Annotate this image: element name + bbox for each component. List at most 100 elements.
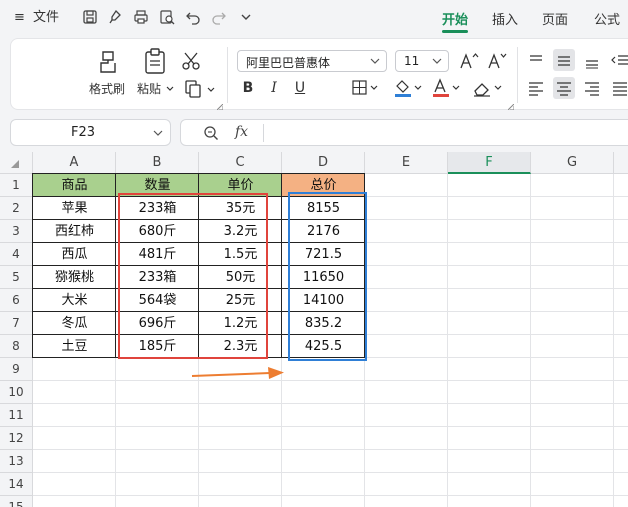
border-icon[interactable] bbox=[351, 79, 381, 97]
column-header-g[interactable]: G bbox=[531, 152, 614, 174]
column-header-b[interactable]: B bbox=[116, 152, 199, 174]
chevron-down-icon bbox=[431, 55, 443, 67]
active-tab-indicator bbox=[442, 30, 468, 33]
row-header-9[interactable]: 9 bbox=[0, 358, 33, 381]
format-painter-quick-icon[interactable] bbox=[107, 9, 123, 25]
menu-bar: ≡ 文件 开始 插入 页面 公式 bbox=[0, 0, 628, 36]
indent-decrease-button[interactable] bbox=[609, 49, 628, 71]
print-icon[interactable] bbox=[133, 9, 149, 25]
gridline bbox=[33, 495, 628, 496]
column-header-f[interactable]: F bbox=[448, 152, 531, 174]
redo-icon[interactable] bbox=[211, 9, 227, 25]
row-header-10[interactable]: 10 bbox=[0, 381, 33, 404]
ribbon-separator bbox=[227, 47, 228, 103]
more-quick-access-chevron-icon[interactable] bbox=[238, 9, 254, 25]
zoom-search-icon[interactable] bbox=[203, 125, 219, 141]
paste-button[interactable]: 粘贴 bbox=[137, 80, 161, 97]
tab-insert[interactable]: 插入 bbox=[492, 9, 518, 28]
row-header-6[interactable]: 6 bbox=[0, 289, 33, 312]
clipboard-launcher-icon[interactable] bbox=[216, 99, 224, 111]
row-header-4[interactable]: 4 bbox=[0, 243, 33, 266]
align-left-button[interactable] bbox=[525, 77, 547, 99]
row-header-15[interactable]: 15 bbox=[0, 496, 33, 507]
align-right-button[interactable] bbox=[581, 77, 603, 99]
cell-product[interactable]: 猕猴桃 bbox=[33, 266, 116, 289]
underline-button[interactable]: U bbox=[291, 79, 309, 97]
column-header-c[interactable]: C bbox=[199, 152, 282, 174]
cell-product[interactable]: 西红柿 bbox=[33, 220, 116, 243]
tab-home[interactable]: 开始 bbox=[442, 9, 468, 28]
row-header-1[interactable]: 1 bbox=[0, 174, 33, 197]
main-menu-icon[interactable]: ≡ bbox=[14, 9, 25, 27]
column-header-overflow[interactable] bbox=[614, 152, 628, 174]
row-header-7[interactable]: 7 bbox=[0, 312, 33, 335]
align-middle-button[interactable] bbox=[553, 49, 575, 71]
row-header-13[interactable]: 13 bbox=[0, 450, 33, 473]
align-top-button[interactable] bbox=[525, 49, 547, 71]
column-header-d[interactable]: D bbox=[282, 152, 365, 174]
gridline bbox=[33, 380, 628, 381]
gridline bbox=[530, 174, 531, 507]
align-bottom-button[interactable] bbox=[581, 49, 603, 71]
insert-function-button[interactable]: fx bbox=[235, 124, 248, 140]
ribbon-separator bbox=[517, 47, 518, 103]
font-family-value: 阿里巴巴普惠体 bbox=[246, 56, 331, 70]
clear-format-icon[interactable] bbox=[471, 77, 505, 99]
print-preview-icon[interactable] bbox=[159, 9, 175, 25]
cell-product[interactable]: 苹果 bbox=[33, 197, 116, 220]
row-header-2[interactable]: 2 bbox=[0, 197, 33, 220]
justify-button[interactable] bbox=[609, 77, 628, 99]
font-launcher-icon[interactable] bbox=[507, 99, 515, 111]
table-border bbox=[281, 173, 282, 358]
file-menu[interactable]: 文件 bbox=[33, 9, 59, 27]
table-border bbox=[115, 173, 116, 358]
copy-dropdown-icon[interactable] bbox=[206, 84, 216, 94]
decrease-font-size-icon[interactable] bbox=[487, 52, 507, 70]
tab-page[interactable]: 页面 bbox=[542, 9, 568, 28]
gridline bbox=[447, 174, 448, 507]
row-header-12[interactable]: 12 bbox=[0, 427, 33, 450]
cell-product[interactable]: 冬瓜 bbox=[33, 312, 116, 335]
column-header-a[interactable]: A bbox=[33, 152, 116, 174]
table-border bbox=[32, 173, 33, 358]
select-all-corner[interactable] bbox=[0, 152, 33, 174]
align-center-button[interactable] bbox=[553, 77, 575, 99]
header-cell-product[interactable]: 商品 bbox=[33, 174, 116, 197]
total-price-highlight-box bbox=[288, 192, 367, 361]
cell-product[interactable]: 西瓜 bbox=[33, 243, 116, 266]
copy-icon[interactable] bbox=[183, 79, 203, 99]
paste-dropdown-icon[interactable] bbox=[165, 83, 175, 93]
row-header-14[interactable]: 14 bbox=[0, 473, 33, 496]
font-color-icon[interactable] bbox=[431, 77, 463, 99]
cut-icon[interactable] bbox=[181, 51, 201, 71]
font-size-select[interactable]: 11 bbox=[395, 50, 449, 72]
cell-product[interactable]: 大米 bbox=[33, 289, 116, 312]
format-painter-icon[interactable] bbox=[95, 49, 121, 75]
gridline bbox=[33, 426, 628, 427]
cell-product[interactable]: 土豆 bbox=[33, 335, 116, 358]
formula-divider bbox=[263, 124, 264, 142]
column-header-e[interactable]: E bbox=[365, 152, 448, 174]
fill-color-icon[interactable] bbox=[393, 77, 425, 99]
paste-icon[interactable] bbox=[141, 47, 169, 75]
font-size-value: 11 bbox=[404, 54, 420, 68]
name-box[interactable]: F23 bbox=[10, 119, 171, 146]
row-header-11[interactable]: 11 bbox=[0, 404, 33, 427]
increase-font-size-icon[interactable] bbox=[459, 52, 479, 70]
bold-button[interactable]: B bbox=[239, 79, 257, 97]
tab-formula[interactable]: 公式 bbox=[594, 9, 620, 28]
row-header-3[interactable]: 3 bbox=[0, 220, 33, 243]
chevron-down-icon bbox=[152, 127, 164, 139]
gridline bbox=[613, 174, 614, 507]
row-header-8[interactable]: 8 bbox=[0, 335, 33, 358]
row-header-5[interactable]: 5 bbox=[0, 266, 33, 289]
font-family-select[interactable]: 阿里巴巴普惠体 bbox=[237, 50, 387, 72]
save-icon[interactable] bbox=[82, 9, 98, 25]
gridline bbox=[33, 449, 628, 450]
undo-icon[interactable] bbox=[185, 9, 201, 25]
ribbon-toolbar: 格式刷 粘贴 阿里巴巴普惠体 11 B I U bbox=[10, 38, 628, 111]
formula-bar: fx bbox=[180, 119, 628, 146]
gridline bbox=[33, 403, 628, 404]
italic-button[interactable]: I bbox=[265, 79, 283, 97]
format-painter-button[interactable]: 格式刷 bbox=[89, 80, 125, 97]
